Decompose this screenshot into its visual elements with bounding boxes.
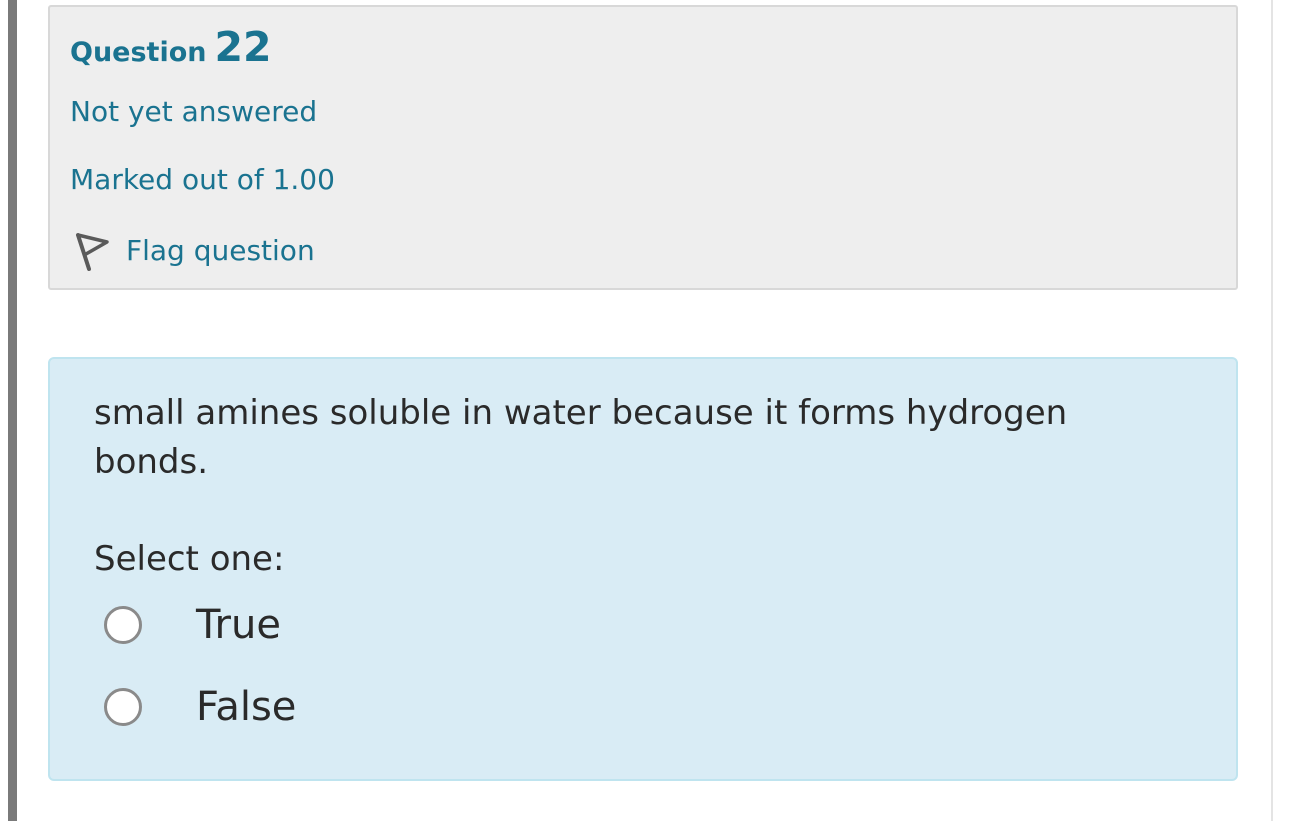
left-rule (8, 0, 17, 821)
question-heading: Question 22 (70, 23, 272, 71)
answer-label-true: True (196, 602, 281, 648)
answer-prompt: Select one: (94, 539, 285, 579)
right-rule (1271, 0, 1273, 821)
question-grade: Marked out of 1.00 (70, 163, 335, 196)
question-info-panel: Question 22 Not yet answered Marked out o… (48, 5, 1238, 290)
radio-false[interactable] (104, 688, 142, 726)
answer-option-true[interactable]: True (104, 602, 281, 648)
flag-question-link[interactable]: Flag question (72, 229, 315, 271)
flag-question-label: Flag question (126, 233, 315, 267)
question-label: Question (70, 37, 207, 68)
radio-true[interactable] (104, 606, 142, 644)
question-state: Not yet answered (70, 95, 318, 128)
question-number: 22 (214, 23, 272, 71)
question-text: small amines soluble in water because it… (94, 393, 1068, 482)
question-content-panel: small amines soluble in water because it… (48, 357, 1238, 781)
answer-option-false[interactable]: False (104, 684, 296, 730)
quiz-page: Question 22 Not yet answered Marked out o… (0, 0, 1290, 821)
flag-icon (72, 229, 110, 271)
answer-label-false: False (196, 684, 297, 730)
